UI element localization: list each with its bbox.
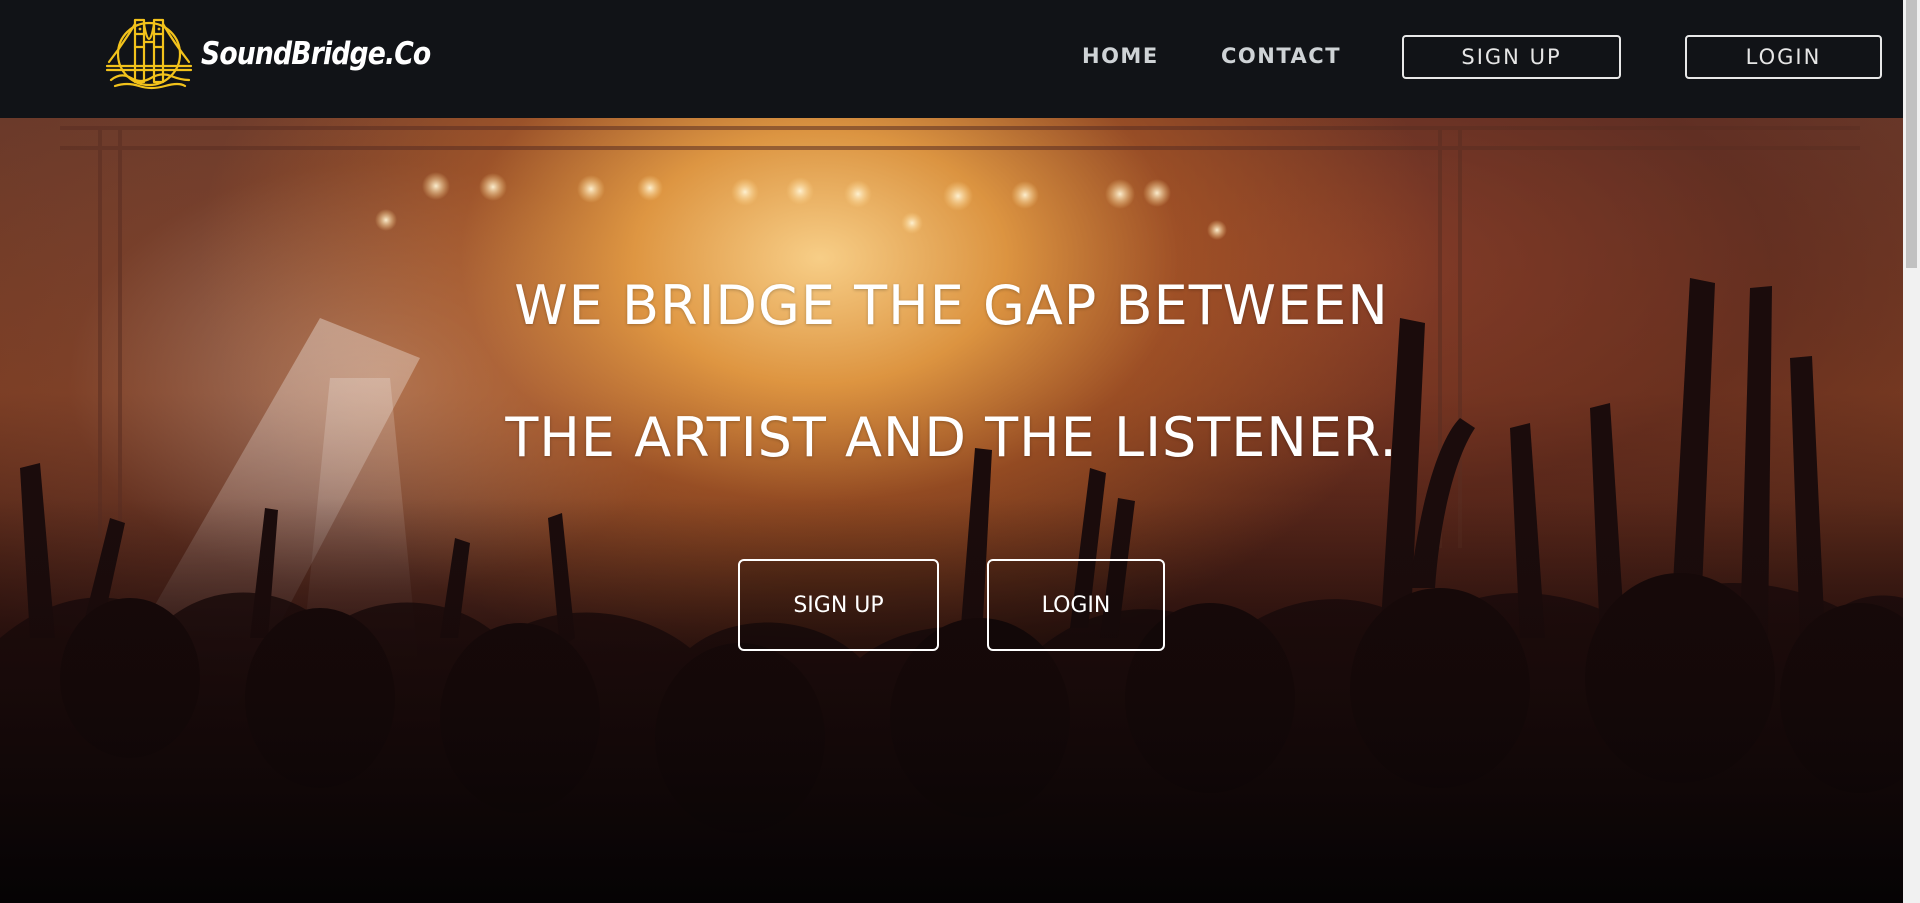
golden-gate-bridge-icon: [105, 18, 193, 90]
brand-link[interactable]: SoundBridge.Co: [105, 14, 468, 94]
hero-login-button[interactable]: LOGIN: [987, 559, 1165, 651]
nav-login-button[interactable]: LOGIN: [1685, 35, 1882, 79]
page: SoundBridge.Co HOME CONTACT SIGN UP LOGI…: [0, 0, 1920, 903]
hero-section: WE BRIDGE THE GAP BETWEEN THE ARTIST AND…: [0, 118, 1903, 903]
nav-contact-link[interactable]: CONTACT: [1221, 44, 1341, 68]
navbar: SoundBridge.Co HOME CONTACT SIGN UP LOGI…: [0, 0, 1903, 118]
hero-headline-line1: WE BRIDGE THE GAP BETWEEN: [514, 274, 1389, 337]
concert-background-image: [0, 126, 1903, 903]
hero-headline-line2: THE ARTIST AND THE LISTENER.: [505, 406, 1398, 469]
nav-home-link[interactable]: HOME: [1082, 44, 1159, 68]
nav-signup-button[interactable]: SIGN UP: [1402, 35, 1621, 79]
hero-signup-button[interactable]: SIGN UP: [738, 559, 939, 651]
page-scrollbar[interactable]: [1903, 0, 1920, 903]
brand-name: SoundBridge.Co: [201, 36, 431, 72]
scrollbar-thumb[interactable]: [1906, 0, 1917, 268]
